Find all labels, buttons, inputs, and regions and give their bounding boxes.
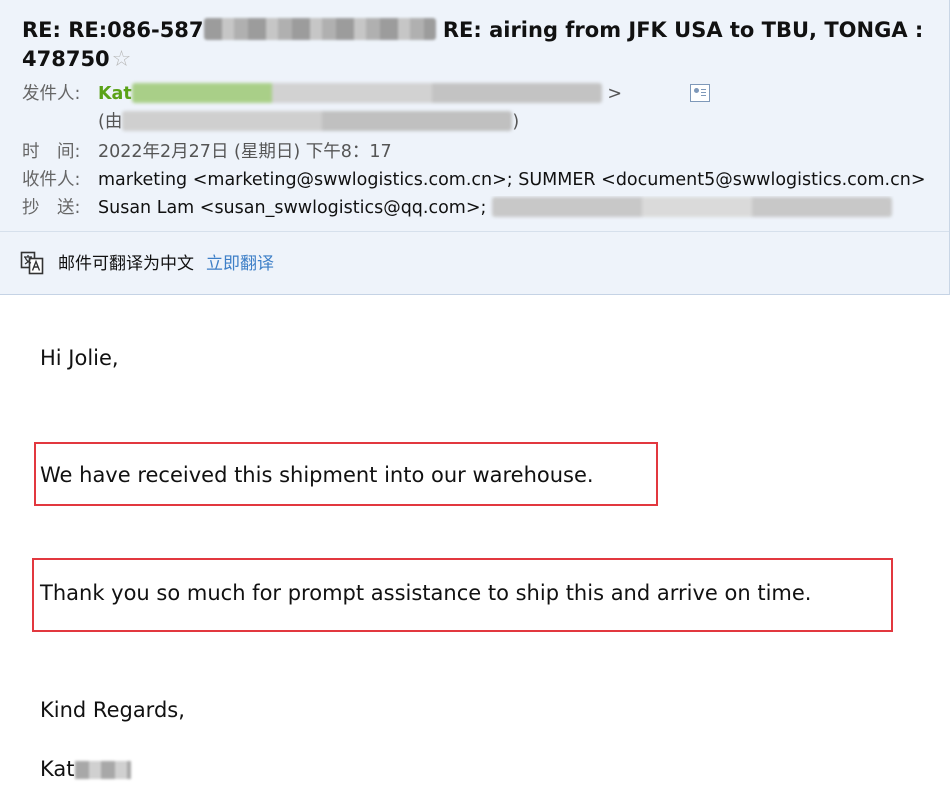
email-subject-line2: 478750☆	[22, 46, 131, 73]
redacted-subject	[203, 18, 436, 40]
redacted-sender-email	[131, 83, 602, 103]
sender-name[interactable]: Kat	[98, 84, 132, 104]
header-divider	[0, 231, 949, 232]
time-value: 2022年2月27日 (星期日) 下午8：17	[98, 142, 392, 162]
signature-name: Kat	[40, 757, 75, 781]
email-subject: RE: RE:086-587 RE: airing from JFK USA t…	[22, 16, 947, 45]
via-row: (由)	[22, 110, 519, 134]
subject-suffix: RE: airing from JFK USA to TBU, TONGA :	[442, 18, 924, 42]
translate-now-link[interactable]: 立即翻译	[206, 254, 274, 274]
from-row: 发件人: Kat >	[22, 83, 622, 104]
body-line-received: We have received this shipment into our …	[40, 463, 594, 487]
star-icon[interactable]: ☆	[112, 47, 132, 72]
translate-text: 邮件可翻译为中文	[58, 254, 194, 274]
redacted-via-address	[122, 111, 513, 131]
time-label: 时 间:	[22, 142, 81, 162]
to-label: 收件人:	[22, 170, 81, 190]
subject-prefix: RE: RE:086-587	[22, 18, 204, 42]
email-header: RE: RE:086-587 RE: airing from JFK USA t…	[0, 0, 950, 295]
redacted-signature	[74, 761, 131, 779]
signature: Kat	[40, 757, 131, 781]
translate-icon[interactable]	[20, 251, 44, 275]
closing: Kind Regards,	[40, 698, 185, 722]
translate-bar: 邮件可翻译为中文 立即翻译	[20, 251, 274, 277]
cc-row: 抄 送: Susan Lam <susan_swwlogistics@qq.com…	[22, 196, 949, 220]
body-line-thanks: Thank you so much for prompt assistance …	[40, 581, 812, 605]
to-row: 收件人: marketing <marketing@swwlogistics.co…	[22, 168, 949, 192]
to-value[interactable]: marketing <marketing@swwlogistics.com.cn…	[98, 170, 925, 190]
from-label: 发件人:	[22, 84, 81, 104]
time-row: 时 间: 2022年2月27日 (星期日) 下午8：17	[22, 140, 392, 164]
via-open: (由	[98, 112, 123, 132]
redacted-cc-recipients	[492, 197, 893, 217]
cc-value[interactable]: Susan Lam <susan_swwlogistics@qq.com>;	[98, 198, 486, 218]
via-close: )	[512, 112, 520, 132]
contact-card-icon[interactable]	[690, 84, 710, 102]
subject-number: 478750	[22, 47, 110, 71]
cc-label: 抄 送:	[22, 198, 81, 218]
greeting: Hi Jolie,	[40, 346, 119, 370]
